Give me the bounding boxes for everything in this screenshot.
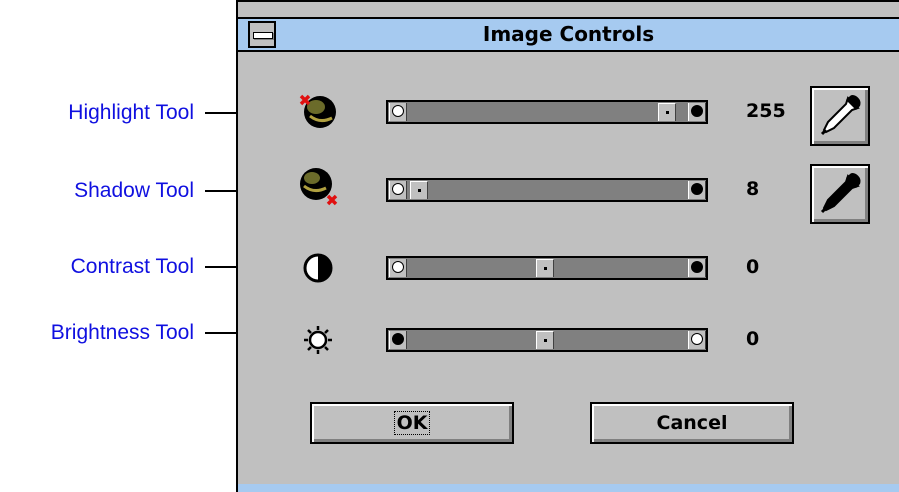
slider-min-end [389, 331, 407, 349]
white-circle-icon [392, 183, 404, 195]
shadow-slider[interactable] [386, 178, 708, 202]
window-bottom-edge [238, 484, 899, 492]
contrast-tool-icon [303, 253, 333, 283]
slider-thumb[interactable] [536, 259, 554, 277]
shadow-eyedropper-button[interactable] [810, 164, 870, 224]
callout-contrast: Contrast Tool [0, 252, 280, 282]
slider-thumb[interactable] [658, 103, 676, 121]
slider-thumb[interactable] [536, 331, 554, 349]
highlight-value: 255 [746, 100, 786, 122]
callout-shadow: Shadow Tool [0, 176, 280, 206]
slider-max-end [688, 259, 706, 277]
callout-label: Shadow Tool [74, 179, 194, 202]
black-circle-icon [691, 183, 703, 195]
shadow-row: 8 [238, 160, 899, 224]
white-circle-icon [392, 105, 404, 117]
highlight-tool-icon [299, 94, 336, 128]
eyedropper-icon [820, 173, 861, 214]
window-title: Image Controls [482, 22, 655, 46]
highlight-slider[interactable] [386, 100, 708, 124]
slider-max-end [688, 103, 706, 121]
image-controls-dialog: Image Controls 255 8 0 0 OK Cancel [236, 0, 899, 492]
eyedropper-icon [820, 95, 861, 136]
contrast-value: 0 [746, 256, 760, 278]
callout-highlight: Highlight Tool [0, 98, 280, 128]
shadow-tool-icon [300, 168, 338, 206]
callout-label: Brightness Tool [50, 321, 194, 344]
contrast-row: 0 [238, 238, 899, 298]
white-circle-icon [392, 261, 404, 273]
slider-thumb[interactable] [410, 181, 428, 199]
black-circle-icon [392, 333, 404, 345]
black-circle-icon [691, 105, 703, 117]
brightness-tool-icon [304, 326, 332, 354]
brightness-slider[interactable] [386, 328, 708, 352]
shadow-value: 8 [746, 178, 760, 200]
slider-min-end [389, 103, 407, 121]
callout-brightness: Brightness Tool [0, 318, 280, 348]
slider-max-end [688, 331, 706, 349]
ok-button[interactable]: OK [310, 402, 514, 444]
callout-label: Highlight Tool [68, 101, 194, 124]
highlight-row: 255 [238, 82, 899, 146]
ok-button-label: OK [393, 411, 431, 435]
highlight-eyedropper-button[interactable] [810, 86, 870, 146]
contrast-slider[interactable] [386, 256, 708, 280]
brightness-value: 0 [746, 328, 760, 350]
title-bar[interactable]: Image Controls [238, 17, 899, 52]
slider-min-end [389, 181, 407, 199]
white-circle-icon [691, 333, 703, 345]
black-circle-icon [691, 261, 703, 273]
callout-label: Contrast Tool [70, 255, 194, 278]
cancel-button-label: Cancel [656, 412, 728, 434]
slider-min-end [389, 259, 407, 277]
brightness-row: 0 [238, 310, 899, 370]
cancel-button[interactable]: Cancel [590, 402, 794, 444]
slider-max-end [688, 181, 706, 199]
